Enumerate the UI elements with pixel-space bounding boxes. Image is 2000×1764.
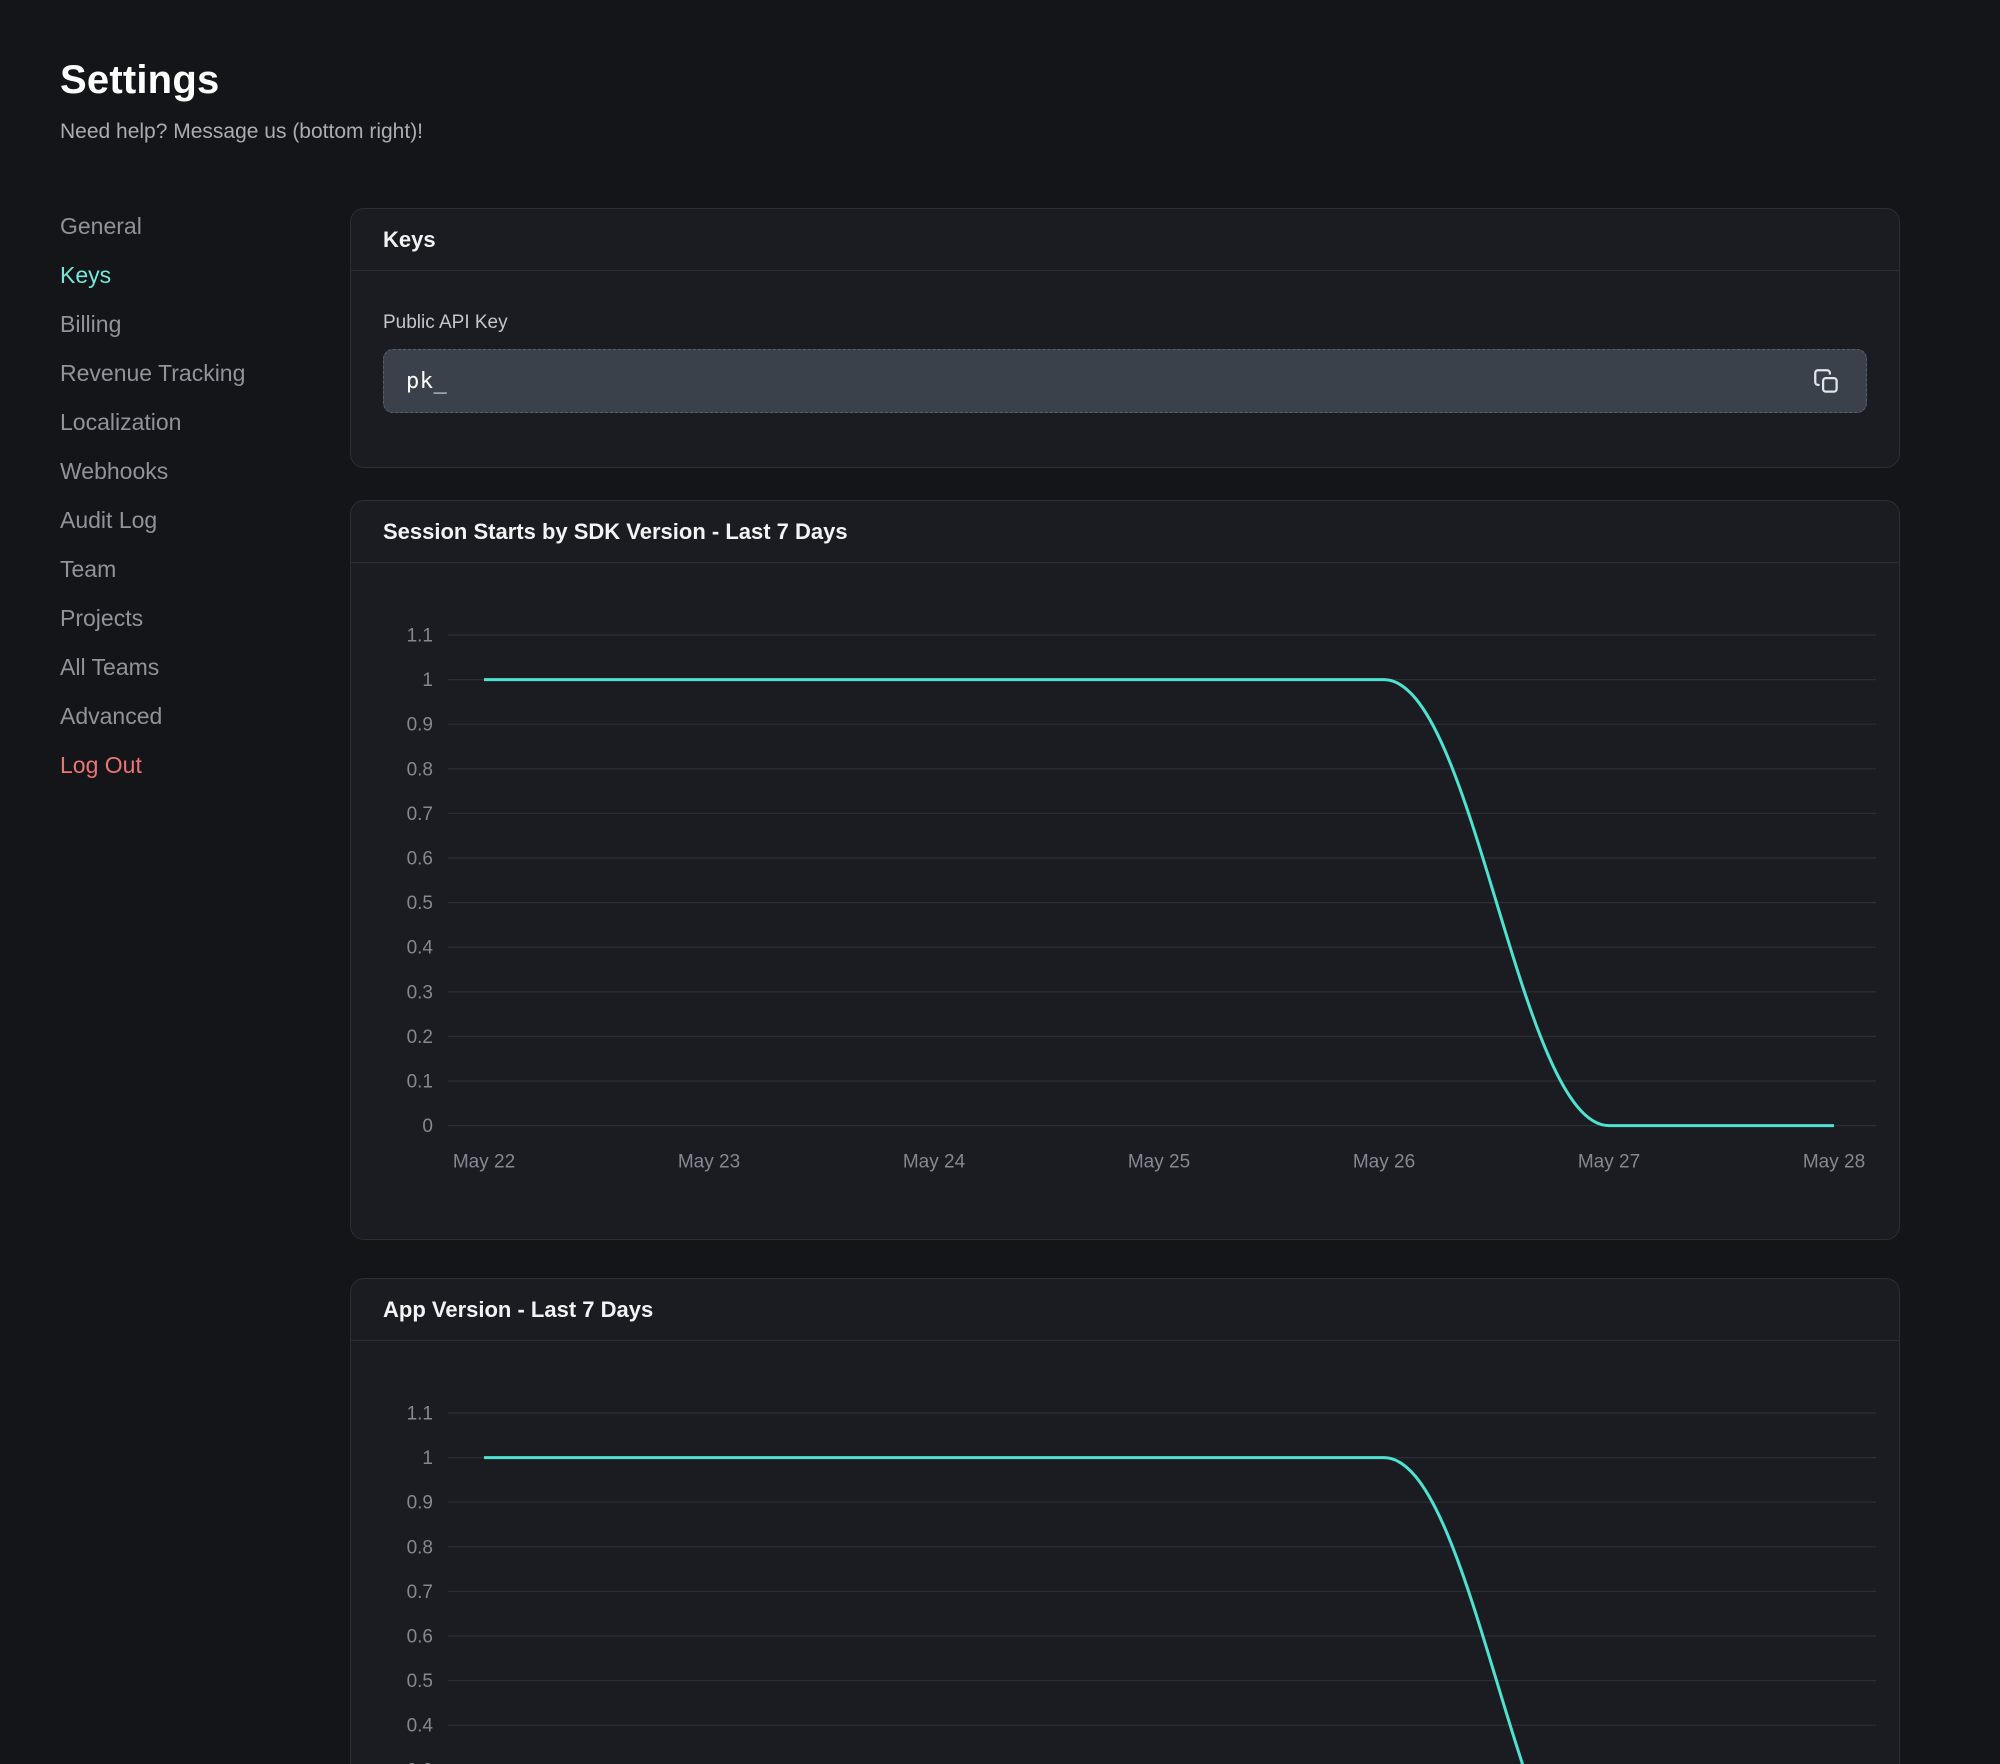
svg-text:0.8: 0.8 — [407, 1537, 433, 1558]
svg-text:0.9: 0.9 — [407, 715, 433, 736]
sidebar-item-keys[interactable]: Keys — [60, 251, 350, 300]
sidebar-item-team[interactable]: Team — [60, 545, 350, 594]
sidebar-item-projects[interactable]: Projects — [60, 594, 350, 643]
sidebar-nav: General Keys Billing Revenue Tracking Lo… — [60, 202, 350, 790]
app-version-chart-card: App Version - Last 7 Days 1.1 1 0.9 0.8 0.7 0… — [350, 1278, 1900, 1764]
svg-text:1: 1 — [422, 1448, 433, 1469]
sdk-version-chart-header: Session Starts by SDK Version - Last 7 D… — [351, 501, 1899, 563]
svg-text:0.9: 0.9 — [407, 1493, 433, 1514]
page-subtitle: Need help? Message us (bottom right)! — [60, 118, 2000, 146]
sidebar-item-log-out[interactable]: Log Out — [60, 741, 350, 790]
svg-text:0.4: 0.4 — [407, 1716, 434, 1737]
sdk-version-chart-title: Session Starts by SDK Version - Last 7 D… — [383, 519, 848, 545]
svg-text:0: 0 — [422, 1116, 433, 1137]
svg-text:May 26: May 26 — [1353, 1152, 1415, 1173]
app-version-line-chart: 1.110.90.80.70.60.50.40.30.20.10May 22Ma… — [351, 1341, 1899, 1764]
svg-text:May 25: May 25 — [1128, 1152, 1190, 1173]
svg-text:0.2: 0.2 — [407, 1027, 433, 1048]
keys-card-body: Public API Key pk_ — [351, 271, 1899, 467]
app-version-chart-header: App Version - Last 7 Days — [351, 1279, 1899, 1341]
svg-text:May 22: May 22 — [453, 1152, 515, 1173]
sidebar-item-all-teams[interactable]: All Teams — [60, 643, 350, 692]
page-title: Settings — [60, 56, 2000, 104]
svg-text:0.1: 0.1 — [407, 1072, 433, 1093]
svg-text:0.7: 0.7 — [407, 1582, 433, 1603]
svg-text:May 27: May 27 — [1578, 1152, 1640, 1173]
sidebar-item-general[interactable]: General — [60, 202, 350, 251]
svg-text:1.1: 1.1 — [407, 626, 433, 647]
page-header: Settings Need help? Message us (bottom r… — [60, 56, 2000, 146]
svg-text:0.4: 0.4 — [407, 938, 434, 959]
keys-card-header: Keys — [351, 209, 1899, 271]
sidebar-item-webhooks[interactable]: Webhooks — [60, 447, 350, 496]
copy-icon — [1813, 368, 1840, 395]
sidebar-item-localization[interactable]: Localization — [60, 398, 350, 447]
svg-text:0.6: 0.6 — [407, 1627, 433, 1648]
svg-text:May 23: May 23 — [678, 1152, 740, 1173]
keys-card: Keys Public API Key pk_ — [350, 208, 1900, 468]
svg-text:0.6: 0.6 — [407, 849, 433, 870]
public-api-key-label: Public API Key — [383, 311, 1867, 335]
svg-text:1: 1 — [422, 670, 433, 691]
sidebar-item-billing[interactable]: Billing — [60, 300, 350, 349]
svg-text:May 24: May 24 — [903, 1152, 966, 1173]
svg-text:May 28: May 28 — [1803, 1152, 1865, 1173]
sidebar-item-revenue-tracking[interactable]: Revenue Tracking — [60, 349, 350, 398]
keys-card-title: Keys — [383, 227, 436, 253]
svg-text:1.1: 1.1 — [407, 1404, 433, 1425]
sdk-version-chart-card: Session Starts by SDK Version - Last 7 D… — [350, 500, 1900, 1240]
svg-text:0.7: 0.7 — [407, 804, 433, 825]
sdk-version-line-chart: 1.1 1 0.9 0.8 0.7 0.6 0.5 0.4 0.3 0.2 0.1 0 May 22 Ma… — [351, 563, 1899, 1239]
layout: General Keys Billing Revenue Tracking Lo… — [60, 146, 2000, 1764]
sidebar-item-audit-log[interactable]: Audit Log — [60, 496, 350, 545]
sidebar-item-advanced[interactable]: Advanced — [60, 692, 350, 741]
svg-text:0.3: 0.3 — [407, 982, 433, 1003]
copy-button[interactable] — [1809, 364, 1844, 399]
svg-text:0.3: 0.3 — [407, 1760, 433, 1764]
svg-text:0.8: 0.8 — [407, 759, 433, 780]
svg-text:0.5: 0.5 — [407, 1671, 433, 1692]
main-content: Keys Public API Key pk_ — [350, 146, 1900, 1764]
app-version-chart-title: App Version - Last 7 Days — [383, 1297, 653, 1323]
public-api-key-field[interactable]: pk_ — [383, 349, 1867, 413]
public-api-key-value: pk_ — [406, 369, 1809, 394]
svg-text:0.5: 0.5 — [407, 893, 433, 914]
